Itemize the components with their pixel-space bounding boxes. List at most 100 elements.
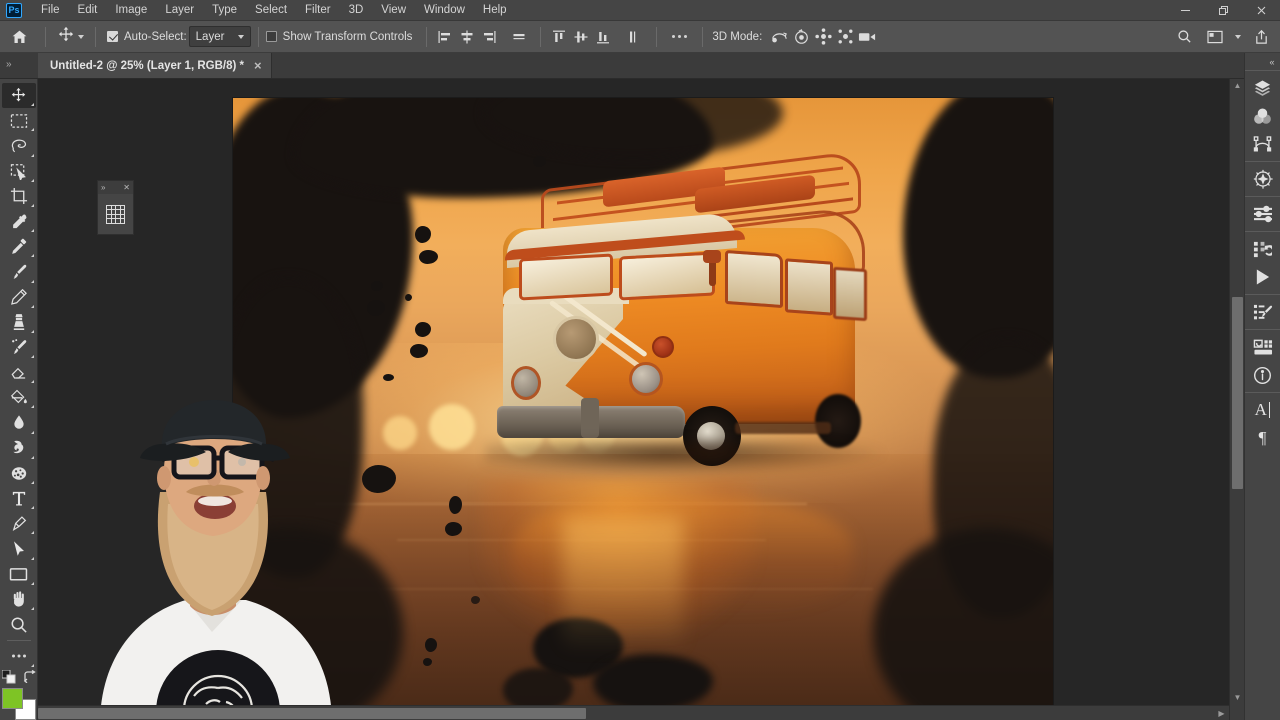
sponge-tool[interactable] (2, 461, 36, 486)
expand-panels-icon[interactable]: » (0, 59, 38, 78)
path-selection-tool[interactable] (2, 536, 36, 561)
paragraph-panel-button[interactable]: ¶ (1248, 424, 1278, 452)
tool-flyout-indicator (30, 606, 34, 610)
align-left-edges-icon[interactable] (434, 25, 456, 49)
spot-healing-brush-tool[interactable] (2, 234, 36, 259)
layers-panel-button[interactable] (1248, 74, 1278, 102)
hand-tool[interactable] (2, 587, 36, 612)
slide-3d-object-icon[interactable] (834, 25, 856, 49)
close-button[interactable] (1242, 0, 1280, 21)
menu-help[interactable]: Help (474, 0, 516, 21)
distribute-vertically-icon[interactable] (622, 25, 644, 49)
floating-swatches-panel[interactable]: » ✕ (97, 180, 134, 235)
chevron-down-icon[interactable] (1235, 34, 1241, 39)
menu-select[interactable]: Select (246, 0, 296, 21)
history-brush-tool[interactable] (2, 335, 36, 360)
move-tool[interactable] (1, 83, 36, 109)
menu-view[interactable]: View (372, 0, 415, 21)
collapse-dock-icon[interactable]: « (1245, 53, 1280, 70)
workspace-switcher-icon[interactable] (1202, 24, 1228, 50)
eyedropper-tool[interactable] (2, 209, 36, 234)
type-tool[interactable] (2, 486, 36, 511)
active-tool-picker[interactable] (53, 25, 88, 49)
rotate-3d-object-icon[interactable] (768, 25, 790, 49)
blur-tool[interactable] (2, 410, 36, 435)
align-top-edges-icon[interactable] (548, 25, 570, 49)
object-selection-tool[interactable] (2, 159, 36, 184)
canvas-workspace[interactable]: ▲ ▼ ▶ » ✕ (38, 79, 1244, 720)
paths-panel-button[interactable] (1248, 130, 1278, 158)
menu-file[interactable]: File (32, 0, 69, 21)
auto-select-control[interactable]: Auto-Select: (103, 21, 187, 53)
search-icon[interactable] (1170, 24, 1198, 50)
edit-toolbar-button[interactable] (2, 644, 36, 669)
crop-tool[interactable] (2, 184, 36, 209)
scroll-down-arrow[interactable]: ▼ (1230, 693, 1244, 702)
tool-preset-chevron-icon[interactable] (78, 34, 84, 39)
home-icon[interactable] (0, 21, 38, 53)
document-tab[interactable]: Untitled-2 @ 25% (Layer 1, RGB/8) * × (38, 53, 272, 78)
floating-panel-body[interactable] (98, 194, 133, 234)
floating-panel-header[interactable]: » ✕ (98, 181, 133, 194)
tool-flyout-indicator (30, 531, 34, 535)
foreground-color-swatch[interactable] (1, 688, 23, 710)
scroll-up-arrow[interactable]: ▲ (1230, 81, 1244, 90)
rectangle-tool[interactable] (2, 562, 36, 587)
pencil-tool[interactable] (2, 285, 36, 310)
menu-window[interactable]: Window (415, 0, 474, 21)
character-panel-button[interactable]: A (1248, 396, 1278, 424)
dodge-tool[interactable] (2, 436, 36, 461)
document-canvas[interactable] (233, 98, 1053, 711)
color-panel-button[interactable] (1248, 102, 1278, 130)
menu-3d[interactable]: 3D (340, 0, 373, 21)
brush-settings-panel-button[interactable] (1248, 298, 1278, 326)
gradient-tool[interactable] (2, 385, 36, 410)
adjustments-panel-button[interactable] (1248, 200, 1278, 228)
swap-colors-icon[interactable] (23, 670, 36, 686)
canvas-horizontal-scrollbar[interactable]: ▶ (38, 705, 1229, 720)
share-icon[interactable] (1248, 24, 1274, 50)
scale-3d-camera-icon[interactable] (856, 25, 878, 49)
auto-select-checkbox[interactable] (107, 31, 118, 42)
show-transform-controls-control[interactable]: Show Transform Controls (265, 21, 412, 53)
zoom-tool[interactable] (2, 612, 36, 637)
align-horizontal-centers-icon[interactable] (456, 25, 478, 49)
close-icon[interactable]: ✕ (123, 183, 130, 192)
pan-3d-object-icon[interactable] (812, 25, 834, 49)
close-document-icon[interactable]: × (254, 59, 262, 72)
navigator-panel-button[interactable] (1248, 165, 1278, 193)
eraser-tool[interactable] (2, 360, 36, 385)
menu-edit[interactable]: Edit (69, 0, 107, 21)
horizontal-scroll-thumb[interactable] (38, 708, 586, 719)
clone-stamp-tool[interactable] (2, 310, 36, 335)
menu-filter[interactable]: Filter (296, 0, 340, 21)
restore-button[interactable] (1204, 0, 1242, 21)
default-colors-icon[interactable] (1, 669, 16, 687)
history-panel-button[interactable] (1248, 235, 1278, 263)
auto-select-scope-dropdown[interactable]: Layer (188, 26, 251, 47)
expand-panel-icon[interactable]: » (101, 183, 105, 192)
distribute-horizontally-icon[interactable] (508, 25, 530, 49)
roll-3d-object-icon[interactable] (790, 25, 812, 49)
menu-image[interactable]: Image (106, 0, 156, 21)
grid-cell (107, 205, 111, 209)
pen-tool[interactable] (2, 511, 36, 536)
menu-type[interactable]: Type (203, 0, 246, 21)
vertical-scroll-thumb[interactable] (1232, 296, 1243, 490)
align-vertical-centers-icon[interactable] (570, 25, 592, 49)
rectangular-marquee-tool[interactable] (2, 108, 36, 133)
info-panel-button[interactable] (1248, 361, 1278, 389)
actions-panel-button[interactable] (1248, 263, 1278, 291)
swatches-grid-icon[interactable] (106, 204, 125, 224)
lasso-tool[interactable] (2, 133, 36, 158)
align-right-edges-icon[interactable] (478, 25, 500, 49)
brush-tool[interactable] (2, 259, 36, 284)
show-transform-controls-checkbox[interactable] (265, 31, 277, 42)
more-options-icon[interactable] (664, 35, 695, 38)
align-bottom-edges-icon[interactable] (592, 25, 614, 49)
scroll-right-arrow[interactable]: ▶ (1214, 709, 1229, 718)
minimize-button[interactable] (1166, 0, 1204, 21)
canvas-vertical-scrollbar[interactable]: ▲ ▼ (1229, 79, 1244, 720)
menu-layer[interactable]: Layer (156, 0, 203, 21)
libraries-panel-button[interactable] (1248, 333, 1278, 361)
